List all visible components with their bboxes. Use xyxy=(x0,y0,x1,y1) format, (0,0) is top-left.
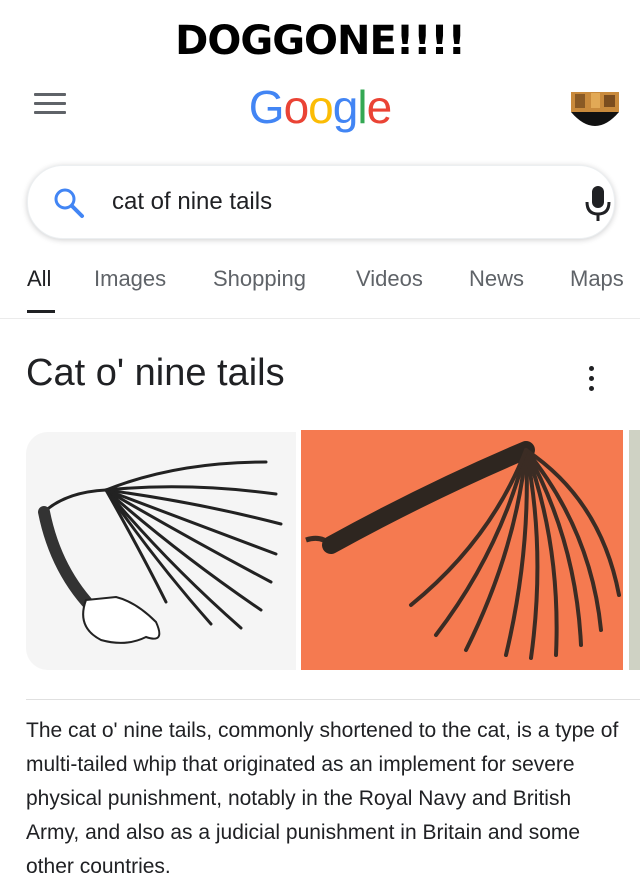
carousel-next-image[interactable] xyxy=(629,430,640,670)
logo-letter: g xyxy=(332,81,359,133)
profile-avatar[interactable] xyxy=(571,92,619,134)
search-tabs: All Images Shopping Videos News Maps xyxy=(0,262,640,319)
search-bar[interactable]: cat of nine tails xyxy=(27,165,615,239)
tab-maps[interactable]: Maps xyxy=(570,266,624,292)
tab-images[interactable]: Images xyxy=(94,266,166,292)
tab-shopping[interactable]: Shopping xyxy=(213,266,306,292)
logo-letter: o xyxy=(283,81,310,133)
meme-caption: DOGGONE!!!! xyxy=(175,18,466,64)
logo-letter: o xyxy=(308,81,334,133)
more-vert-icon[interactable] xyxy=(584,366,598,398)
tab-videos[interactable]: Videos xyxy=(356,266,423,292)
image-carousel xyxy=(26,430,640,672)
section-divider xyxy=(26,699,640,700)
mic-icon[interactable] xyxy=(584,184,612,222)
search-input[interactable]: cat of nine tails xyxy=(112,188,272,216)
google-logo[interactable]: Google xyxy=(0,80,640,134)
tab-news[interactable]: News xyxy=(469,266,524,292)
logo-letter: e xyxy=(366,81,393,133)
knowledge-panel-title: Cat o' nine tails xyxy=(26,352,285,394)
logo-letter: G xyxy=(248,81,285,133)
whip-illustration-image[interactable] xyxy=(26,432,296,670)
active-tab-indicator xyxy=(27,310,55,313)
knowledge-panel-description: The cat o' nine tails, commonly shortene… xyxy=(26,719,619,878)
tab-all[interactable]: All xyxy=(27,266,51,292)
search-icon[interactable] xyxy=(52,186,86,220)
logo-letter: l xyxy=(357,81,367,133)
whip-photo-image[interactable] xyxy=(301,430,623,670)
